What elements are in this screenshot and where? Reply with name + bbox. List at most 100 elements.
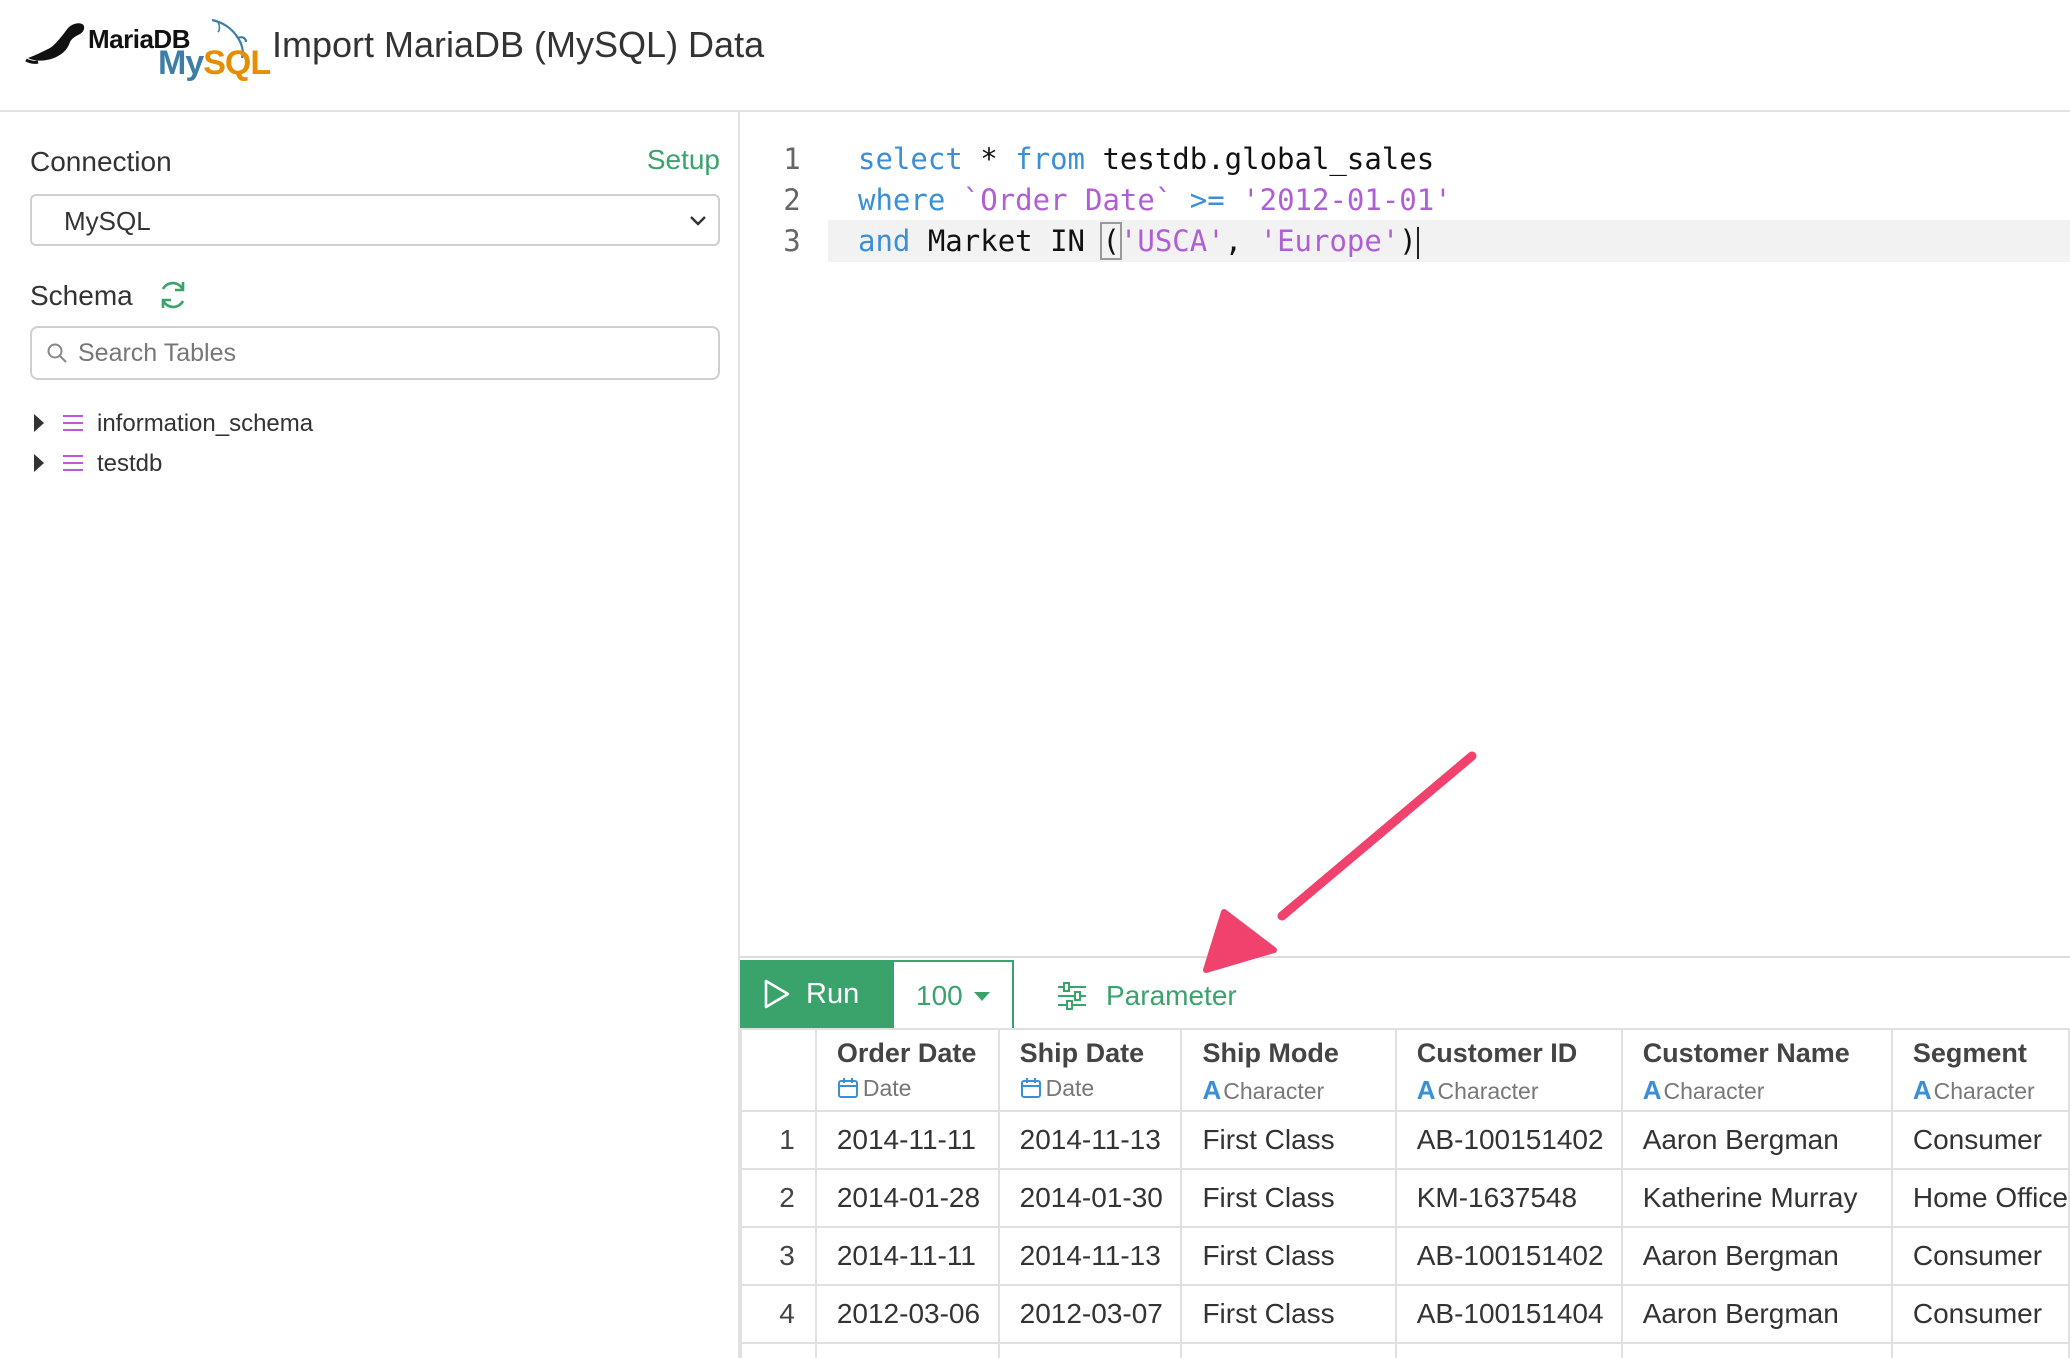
result-grid[interactable]: Order Date Date Ship Date Date Ship Mode…	[740, 1028, 2070, 1358]
table-cell: 2014-01-28	[814, 1168, 1000, 1228]
search-tables-box	[30, 326, 720, 380]
table-cell: Aaron Bergman	[1620, 1284, 1893, 1344]
line-number: 1	[783, 142, 801, 176]
refresh-icon[interactable]	[156, 278, 190, 312]
line-number: 3	[783, 224, 801, 258]
run-label: Run	[806, 978, 860, 1010]
column-type: ACharacter	[1416, 1075, 1539, 1105]
column-name: Order Date	[836, 1038, 977, 1068]
tree-item-information-schema[interactable]: information_schema	[30, 404, 710, 444]
row-number-header	[740, 1028, 817, 1112]
table-row: 4 2012-03-06 2012-03-07 First Class AB-1…	[740, 1284, 2070, 1344]
table-cell: 2012-03-06	[814, 1284, 1000, 1344]
table-cell: 2014-11-11	[814, 1226, 1000, 1286]
table-cell: KM-1637548	[1394, 1168, 1623, 1228]
table-cell: 2012-03-07	[997, 1284, 1183, 1344]
table-row: 1 2014-11-11 2014-11-13 First Class AB-1…	[740, 1110, 2070, 1170]
character-type-icon: A	[1416, 1075, 1436, 1105]
column-name: Segment	[1912, 1038, 2027, 1068]
column-name: Ship Date	[1019, 1038, 1145, 1068]
logo-mysql-text: MySQL	[158, 44, 271, 83]
result-table: Order Date Date Ship Date Date Ship Mode…	[740, 1028, 2070, 1358]
search-icon	[47, 343, 67, 363]
table-cell: AB-100151404	[1394, 1284, 1623, 1344]
table-cell: 2014-11-11	[814, 1110, 1000, 1170]
line-number: 2	[783, 183, 801, 217]
play-icon	[764, 979, 790, 1009]
calendar-icon	[1020, 1078, 1041, 1098]
column-header[interactable]: Customer ID ACharacter	[1394, 1028, 1623, 1112]
editor-line-active: 3 and Market IN ('USCA', 'Europe')	[742, 220, 2070, 262]
column-name: Customer ID	[1416, 1038, 1578, 1068]
logo-mysql-sql: SQL	[203, 44, 271, 82]
code-text: where `Order Date` >= '2012-01-01'	[858, 183, 1452, 217]
column-header[interactable]: Order Date Date	[814, 1028, 1000, 1112]
character-type-icon: A	[1912, 1075, 1932, 1105]
database-icon	[63, 455, 83, 471]
search-tables-input[interactable]	[78, 334, 698, 372]
editor-line: 1 select * from testdb.global_sales	[742, 138, 2070, 178]
table-cell: First Class	[1180, 1226, 1397, 1286]
database-icon	[63, 415, 83, 431]
calendar-icon	[837, 1078, 858, 1098]
table-cell: Consumer	[1890, 1284, 2070, 1344]
character-type-icon: A	[1642, 1075, 1662, 1105]
table-header-row: Order Date Date Ship Date Date Ship Mode…	[740, 1028, 2070, 1112]
column-type: ACharacter	[1202, 1075, 1325, 1105]
code-text: and Market IN ('USCA', 'Europe')	[858, 222, 1419, 260]
row-number: 3	[740, 1226, 817, 1286]
connection-select[interactable]: MySQL	[30, 194, 720, 246]
row-number: 1	[740, 1110, 817, 1170]
table-cell: Aaron Bergman	[1620, 1110, 1893, 1170]
table-cell: Home Office	[1890, 1168, 2070, 1228]
schema-label: Schema	[30, 280, 133, 311]
column-header[interactable]: Customer Name ACharacter	[1620, 1028, 1893, 1112]
table-cell: First Class	[1180, 1284, 1397, 1344]
table-cell: Aaron Bergman	[1620, 1226, 1893, 1286]
caret-down-icon	[974, 992, 990, 1001]
table-cell: 2014-01-30	[997, 1168, 1183, 1228]
column-type: ACharacter	[1642, 1075, 1765, 1105]
tree-item-label: information_schema	[97, 410, 314, 437]
connection-select-value: MySQL	[64, 206, 151, 236]
column-type: Date	[1020, 1075, 1180, 1102]
row-number: 4	[740, 1284, 817, 1344]
parameter-label: Parameter	[1106, 980, 1237, 1011]
column-header[interactable]: Ship Date Date	[997, 1028, 1183, 1112]
column-header[interactable]: Ship Mode ACharacter	[1180, 1028, 1397, 1112]
tree-item-label: testdb	[97, 450, 163, 477]
table-cell: Consumer	[1890, 1226, 2070, 1286]
row-limit-dropdown[interactable]: 100	[892, 960, 1014, 1030]
sidebar: Connection Setup MySQL Schema informatio…	[0, 112, 740, 1358]
row-number: 2	[740, 1168, 817, 1228]
tree-item-testdb[interactable]: testdb	[30, 444, 710, 484]
table-cell: 2014-11-13	[997, 1110, 1183, 1170]
connection-label: Connection	[30, 146, 172, 177]
table-row: 3 2014-11-11 2014-11-13 First Class AB-1…	[740, 1226, 2070, 1286]
page-title: Import MariaDB (MySQL) Data	[272, 24, 765, 65]
mariadb-seal-icon	[25, 23, 85, 64]
editor-line: 2 where `Order Date` >= '2012-01-01'	[742, 179, 2070, 219]
table-cell: AB-100151402	[1394, 1110, 1623, 1170]
table-cell: First Class	[1180, 1110, 1397, 1170]
column-name: Ship Mode	[1202, 1038, 1339, 1068]
expand-triangle-icon[interactable]	[32, 452, 46, 474]
mariadb-mysql-logo: MariaDB MySQL	[24, 14, 271, 86]
table-cell: 2014-11-13	[997, 1226, 1183, 1286]
run-button[interactable]: Run	[740, 960, 892, 1030]
character-type-icon: A	[1202, 1075, 1222, 1105]
column-header[interactable]: Segment ACharacter	[1890, 1028, 2070, 1112]
row-limit-value: 100	[916, 980, 963, 1011]
sql-editor[interactable]: 1 select * from testdb.global_sales 2 wh…	[742, 112, 2070, 956]
parameter-button[interactable]: Parameter	[1056, 960, 1256, 1030]
app-header: MariaDB MySQL Import MariaDB (MySQL) Dat…	[0, 0, 2070, 112]
code-text: select * from testdb.global_sales	[858, 142, 1435, 176]
expand-triangle-icon[interactable]	[32, 412, 46, 434]
query-toolbar: Run 100 Parameter	[740, 956, 2070, 1030]
column-name: Customer Name	[1642, 1038, 1850, 1068]
table-row	[740, 1342, 2070, 1358]
setup-link[interactable]: Setup	[647, 144, 720, 176]
chevron-down-icon	[690, 216, 706, 226]
table-cell: AB-100151402	[1394, 1226, 1623, 1286]
table-cell: First Class	[1180, 1168, 1397, 1228]
